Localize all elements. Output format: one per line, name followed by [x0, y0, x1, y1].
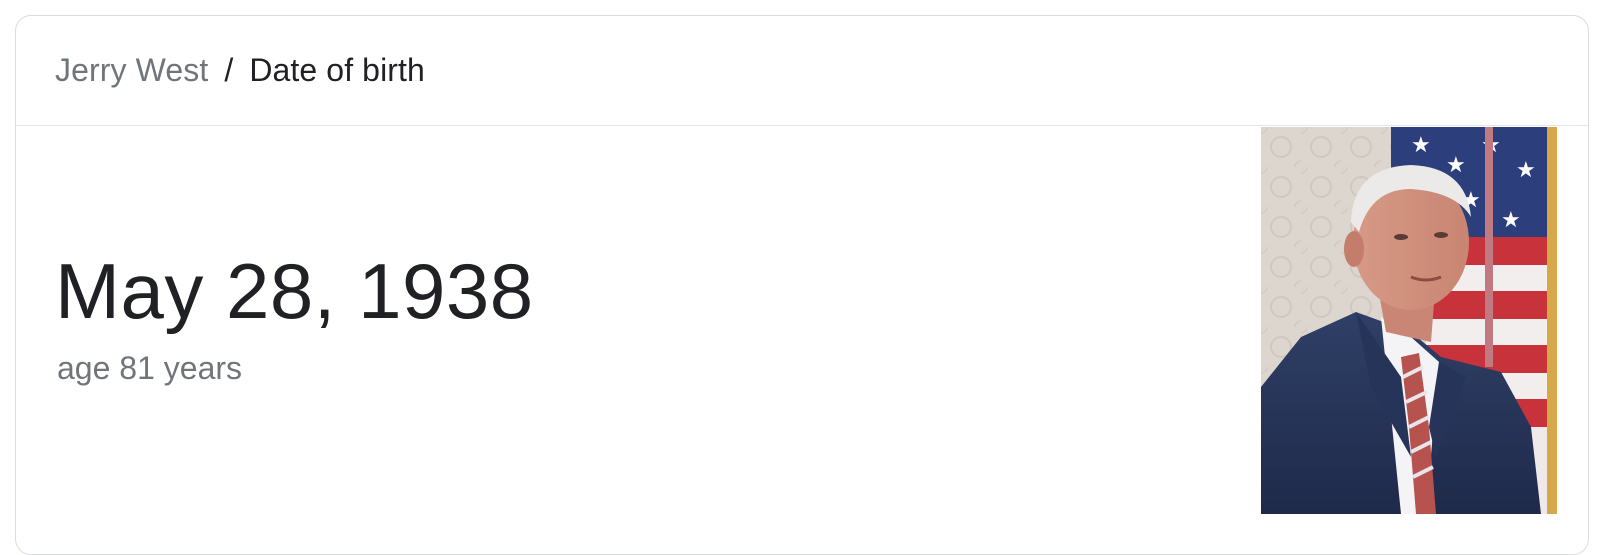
entity-photo[interactable]: ★ ★ ★ ★ ★ ★	[1261, 127, 1557, 514]
svg-text:★: ★	[1446, 153, 1466, 178]
answer-value: May 28, 1938	[55, 247, 534, 335]
answer-subtitle: age 81 years	[57, 350, 243, 386]
svg-text:★: ★	[1516, 158, 1536, 183]
breadcrumb-entity-link[interactable]: Jerry West	[55, 52, 208, 89]
knowledge-card: Jerry West / Date of birth May 28, 1938 …	[15, 15, 1589, 555]
svg-text:★: ★	[1501, 208, 1521, 233]
breadcrumb-attribute: Date of birth	[249, 52, 425, 88]
breadcrumb-separator: /	[224, 52, 234, 88]
svg-text:★: ★	[1411, 133, 1431, 158]
breadcrumb: Jerry West / Date of birth	[16, 16, 1588, 126]
